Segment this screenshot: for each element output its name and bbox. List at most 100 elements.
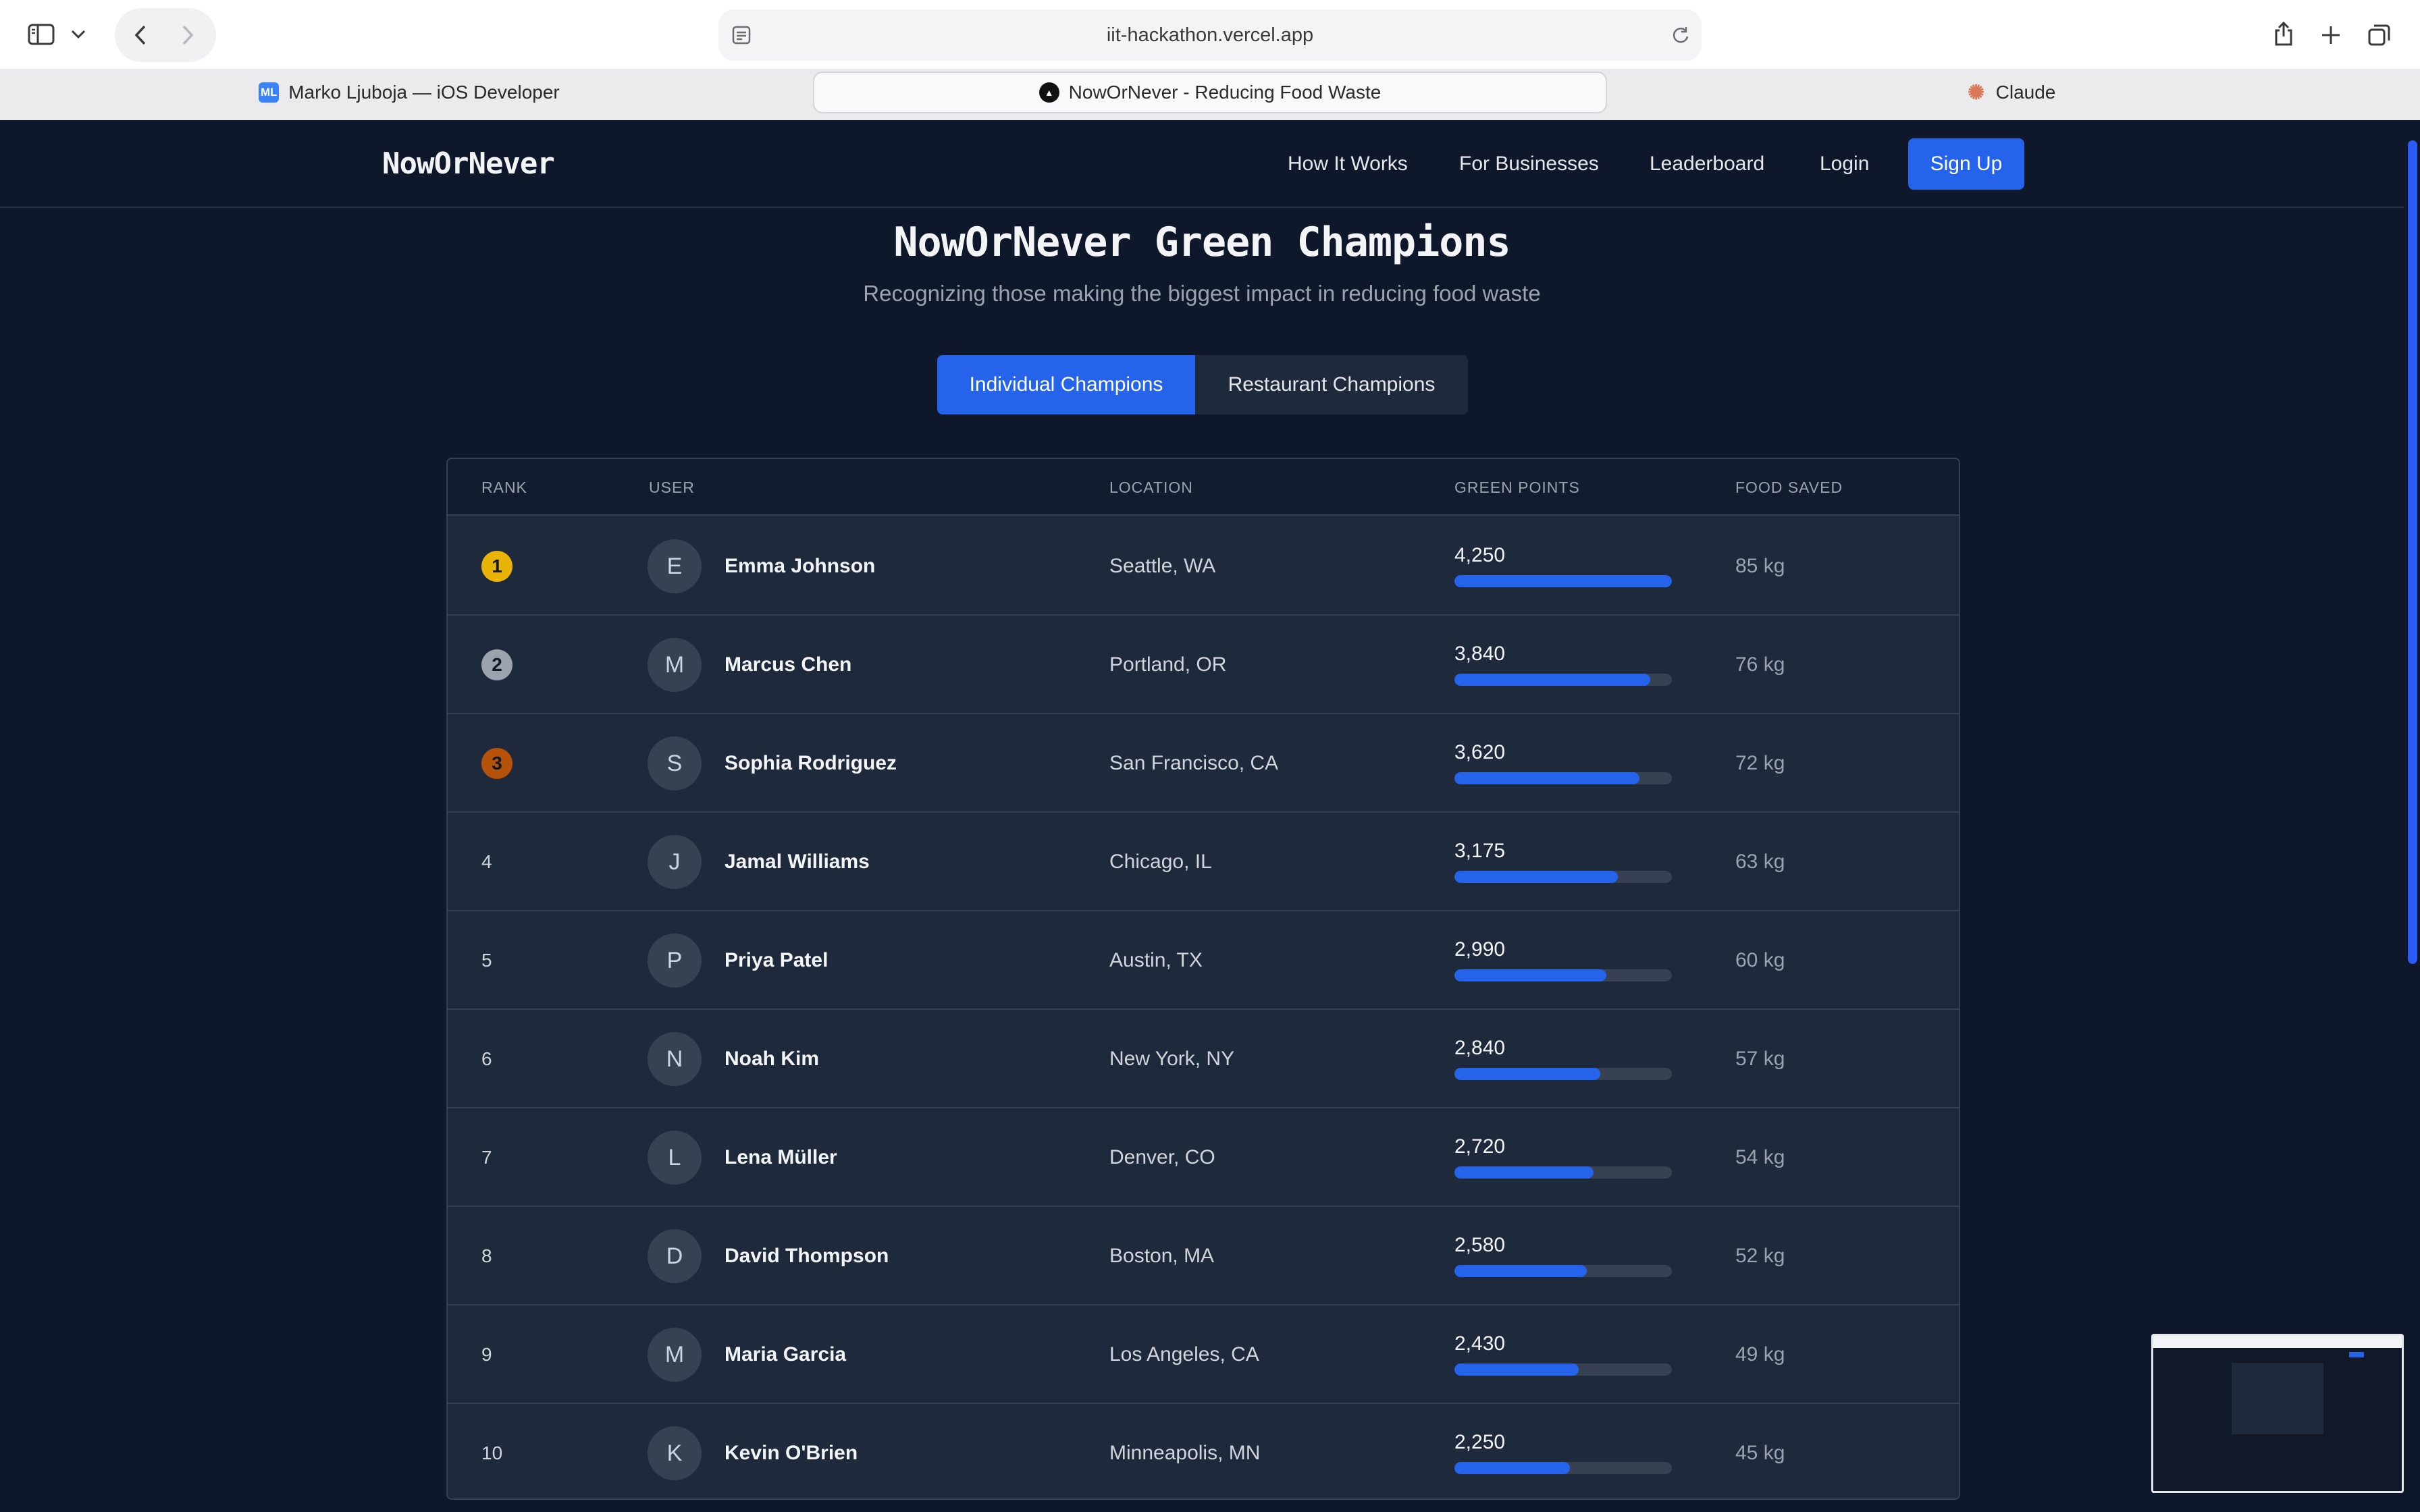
- chevron-down-icon[interactable]: [68, 24, 89, 45]
- browser-tab[interactable]: ML Marko Ljuboja — iOS Developer: [12, 72, 806, 113]
- tab-title: Marko Ljuboja — iOS Developer: [288, 82, 560, 103]
- user-location: Seattle, WA: [1109, 555, 1216, 577]
- address-bar[interactable]: iit-hackathon.vercel.app: [718, 9, 1702, 61]
- avatar: E: [648, 539, 702, 593]
- share-icon[interactable]: [2269, 18, 2298, 50]
- points-progress-bar: [1454, 969, 1672, 981]
- user-location: Boston, MA: [1109, 1245, 1215, 1267]
- user-name: Priya Patel: [725, 949, 828, 971]
- user-name: Emma Johnson: [725, 555, 876, 577]
- avatar: L: [648, 1131, 702, 1185]
- favicon-icon: ML: [259, 82, 280, 103]
- green-points-value: 2,720: [1454, 1135, 1506, 1158]
- sidebar-toggle-icon[interactable]: [24, 20, 58, 49]
- points-progress-fill: [1454, 871, 1618, 883]
- food-saved-value: 63 kg: [1735, 850, 1785, 873]
- browser-toolbar: iit-hackathon.vercel.app: [0, 0, 2420, 69]
- green-points-value: 3,175: [1454, 840, 1506, 862]
- points-progress-bar: [1454, 674, 1672, 686]
- header-green-points: GREEN POINTS: [1454, 479, 1580, 496]
- header-location: LOCATION: [1109, 479, 1193, 496]
- avatar: D: [648, 1229, 702, 1283]
- nav-for-businesses[interactable]: For Businesses: [1459, 120, 1599, 208]
- points-progress-bar: [1454, 1364, 1672, 1376]
- table-row: 1 E Emma Johnson Seattle, WA 4,250 85 kg: [448, 517, 1959, 616]
- tab-individual-champions[interactable]: Individual Champions: [937, 355, 1195, 414]
- user-name: Lena Müller: [725, 1146, 837, 1168]
- web-page: NowOrNever How It Works For Businesses L…: [0, 120, 2404, 1512]
- points-progress-bar: [1454, 871, 1672, 883]
- nav-login[interactable]: Login: [1820, 120, 1869, 208]
- table-row: 4 J Jamal Williams Chicago, IL 3,175 63 kg: [448, 813, 1959, 911]
- avatar: M: [648, 638, 702, 692]
- user-name: Sophia Rodriguez: [725, 752, 897, 774]
- url-text: iit-hackathon.vercel.app: [1106, 24, 1314, 46]
- page-preview-thumbnail[interactable]: [2151, 1334, 2404, 1493]
- points-progress-fill: [1454, 1166, 1594, 1179]
- site-header: NowOrNever How It Works For Businesses L…: [0, 120, 2404, 208]
- leaderboard-table: RANK USER LOCATION GREEN POINTS FOOD SAV…: [446, 458, 1960, 1500]
- points-progress-bar: [1454, 1068, 1672, 1080]
- green-points-value: 2,990: [1454, 938, 1506, 961]
- browser-tab-bar: ML Marko Ljuboja — iOS Developer ▲ NowOr…: [0, 69, 2420, 120]
- nav-leaderboard[interactable]: Leaderboard: [1650, 120, 1764, 208]
- points-progress-fill: [1454, 1364, 1579, 1376]
- table-row: 10 K Kevin O'Brien Minneapolis, MN 2,250 45 k…: [448, 1404, 1959, 1498]
- points-progress-bar: [1454, 575, 1672, 587]
- food-saved-value: 49 kg: [1735, 1343, 1785, 1366]
- page-title: NowOrNever Green Champions: [893, 219, 1510, 266]
- points-progress-bar: [1454, 1166, 1672, 1179]
- favicon-icon: ▲: [1038, 82, 1059, 103]
- user-location: New York, NY: [1109, 1048, 1235, 1070]
- nav-how-it-works[interactable]: How It Works: [1288, 120, 1408, 208]
- food-saved-value: 52 kg: [1735, 1245, 1785, 1267]
- points-progress-fill: [1454, 772, 1639, 784]
- points-progress-fill: [1454, 1462, 1570, 1474]
- user-name: Noah Kim: [725, 1048, 820, 1070]
- food-saved-value: 85 kg: [1735, 555, 1785, 577]
- food-saved-value: 60 kg: [1735, 949, 1785, 971]
- green-points-value: 2,430: [1454, 1332, 1506, 1355]
- avatar: M: [648, 1328, 702, 1382]
- header-user: USER: [649, 479, 695, 496]
- rank-badge: 4: [481, 851, 492, 872]
- user-name: David Thompson: [725, 1245, 889, 1267]
- user-location: Chicago, IL: [1109, 850, 1212, 873]
- avatar: S: [648, 736, 702, 790]
- tab-title: Claude: [1995, 82, 2056, 103]
- rank-badge: 9: [481, 1344, 492, 1365]
- table-row: 2 M Marcus Chen Portland, OR 3,840 76 kg: [448, 616, 1959, 714]
- new-tab-icon[interactable]: [2316, 20, 2346, 50]
- rank-badge: 3: [481, 748, 512, 779]
- table-header: RANK USER LOCATION GREEN POINTS FOOD SAV…: [448, 459, 1959, 516]
- forward-arrow-icon[interactable]: [174, 20, 201, 50]
- points-progress-bar: [1454, 1265, 1672, 1277]
- green-points-value: 4,250: [1454, 544, 1506, 566]
- user-location: Denver, CO: [1109, 1146, 1215, 1168]
- scrollbar-thumb[interactable]: [2408, 140, 2417, 964]
- green-points-value: 3,840: [1454, 643, 1506, 665]
- page-subtitle: Recognizing those making the biggest imp…: [863, 281, 1541, 306]
- back-arrow-icon[interactable]: [127, 20, 154, 50]
- header-rank: RANK: [481, 479, 527, 496]
- tab-overview-icon[interactable]: [2365, 20, 2394, 50]
- user-location: Austin, TX: [1109, 949, 1203, 971]
- user-location: Minneapolis, MN: [1109, 1442, 1261, 1464]
- rank-badge: 6: [481, 1048, 492, 1069]
- avatar: K: [648, 1426, 702, 1480]
- browser-tab[interactable]: ✺ Claude: [1614, 72, 2408, 113]
- rank-badge: 2: [481, 649, 512, 680]
- signup-button[interactable]: Sign Up: [1908, 138, 2024, 190]
- green-points-value: 2,250: [1454, 1431, 1506, 1453]
- reload-icon[interactable]: [1668, 23, 1693, 47]
- tab-title: NowOrNever - Reducing Food Waste: [1068, 82, 1382, 103]
- points-progress-bar: [1454, 772, 1672, 784]
- thumbnail-button: [2349, 1352, 2364, 1357]
- rank-badge: 5: [481, 950, 492, 971]
- food-saved-value: 72 kg: [1735, 752, 1785, 774]
- rank-badge: 8: [481, 1245, 492, 1266]
- browser-tab-active[interactable]: ▲ NowOrNever - Reducing Food Waste: [813, 72, 1607, 113]
- site-logo[interactable]: NowOrNever: [382, 120, 555, 208]
- tab-restaurant-champions[interactable]: Restaurant Champions: [1195, 355, 1468, 414]
- rank-badge: 1: [481, 551, 512, 582]
